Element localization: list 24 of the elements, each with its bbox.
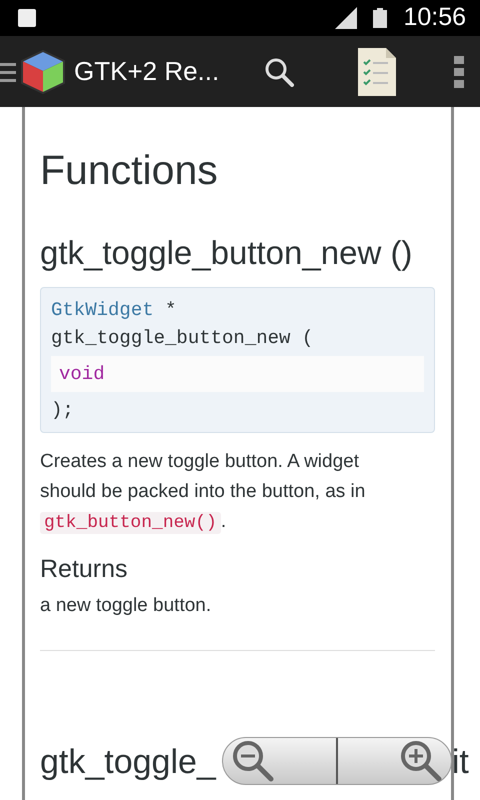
closing-paren: ); bbox=[51, 398, 75, 423]
menu-icon[interactable] bbox=[0, 60, 16, 82]
app-logo-icon[interactable] bbox=[20, 48, 66, 94]
function-heading: gtk_toggle_ bbox=[40, 745, 216, 780]
search-icon[interactable] bbox=[264, 56, 294, 86]
pointer-mark: * bbox=[165, 298, 176, 321]
parameter-type: void bbox=[59, 362, 105, 385]
zoom-out-icon bbox=[231, 739, 275, 783]
zoom-in-icon bbox=[399, 739, 443, 783]
function-heading: it bbox=[452, 745, 469, 780]
battery-icon bbox=[373, 8, 388, 28]
description-text: Creates a new toggle button. A widget should be packed into the button, as in gtk_button_new() . bbox=[40, 450, 366, 536]
returns-heading: Returns bbox=[40, 554, 129, 584]
type-name: GtkWidget bbox=[51, 298, 154, 321]
function-call: gtk_toggle_button_new ( bbox=[51, 326, 314, 351]
checklist-icon[interactable] bbox=[358, 48, 396, 96]
notification-icon bbox=[18, 9, 36, 27]
clock-time: 10:56 bbox=[403, 2, 466, 34]
overflow-menu-icon[interactable] bbox=[454, 56, 464, 88]
section-heading: Functions bbox=[40, 146, 219, 195]
signal-icon bbox=[335, 7, 358, 29]
app-title: GTK+2 Re... bbox=[74, 55, 220, 88]
function-heading: gtk_toggle_button_new () bbox=[40, 233, 414, 273]
returns-text: a new toggle button. bbox=[40, 594, 212, 618]
